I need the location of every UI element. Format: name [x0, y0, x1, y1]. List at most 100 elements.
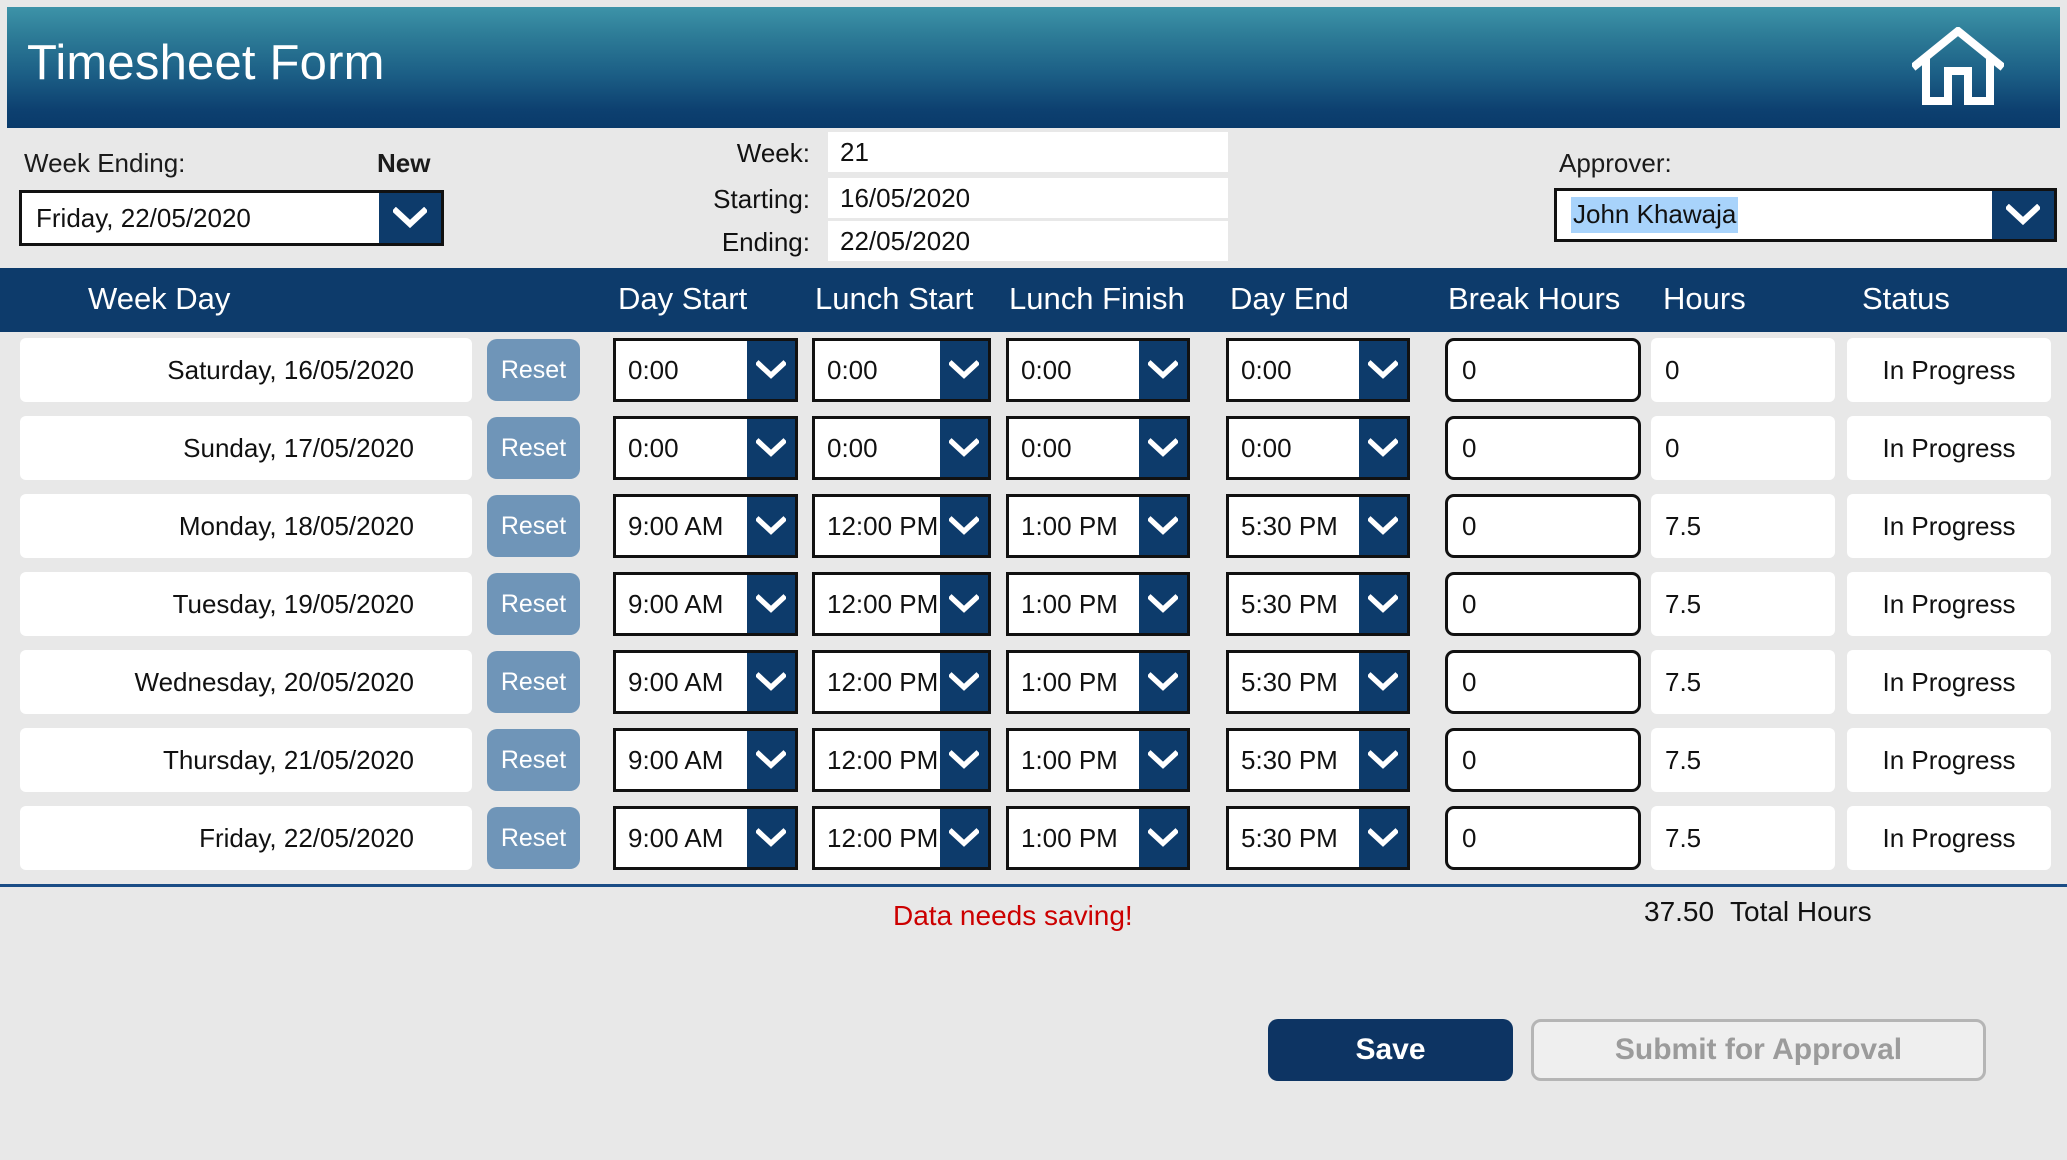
chevron-down-icon[interactable]: [940, 341, 988, 399]
break-hours-input[interactable]: 0: [1445, 572, 1641, 636]
lunch-start-value: 12:00 PM: [827, 588, 939, 619]
lunch-finish-value: 1:00 PM: [1021, 666, 1118, 697]
lunch-finish-value: 1:00 PM: [1021, 588, 1118, 619]
lunch-start-select[interactable]: 0:00: [812, 338, 991, 402]
chevron-down-icon[interactable]: [1359, 653, 1407, 711]
day-end-select[interactable]: 5:30 PM: [1226, 728, 1410, 792]
day-end-select[interactable]: 5:30 PM: [1226, 650, 1410, 714]
chevron-down-icon[interactable]: [940, 419, 988, 477]
chevron-down-icon[interactable]: [1139, 497, 1187, 555]
chevron-down-icon[interactable]: [940, 653, 988, 711]
starting-date-field[interactable]: 16/05/2020: [828, 178, 1228, 218]
week-number-field[interactable]: 21: [828, 132, 1228, 172]
lunch-finish-select[interactable]: 0:00: [1006, 416, 1190, 480]
chevron-down-icon[interactable]: [747, 419, 795, 477]
chevron-down-icon[interactable]: [1139, 731, 1187, 789]
week-ending-select[interactable]: Friday, 22/05/2020: [19, 190, 444, 246]
status-cell: In Progress: [1847, 650, 2051, 714]
chevron-down-icon[interactable]: [1359, 341, 1407, 399]
hours-cell: 7.5: [1651, 572, 1835, 636]
reset-button[interactable]: Reset: [487, 339, 580, 401]
lunch-start-select[interactable]: 0:00: [812, 416, 991, 480]
chevron-down-icon[interactable]: [940, 731, 988, 789]
approver-value: John Khawaja: [1571, 197, 1739, 233]
break-hours-input[interactable]: 0: [1445, 728, 1641, 792]
chevron-down-icon[interactable]: [1359, 575, 1407, 633]
chevron-down-icon[interactable]: [1359, 809, 1407, 867]
lunch-start-select[interactable]: 12:00 PM: [812, 650, 991, 714]
chevron-down-icon[interactable]: [747, 497, 795, 555]
reset-button[interactable]: Reset: [487, 729, 580, 791]
chevron-down-icon[interactable]: [1139, 419, 1187, 477]
break-hours-input[interactable]: 0: [1445, 338, 1641, 402]
lunch-start-select[interactable]: 12:00 PM: [812, 728, 991, 792]
reset-button[interactable]: Reset: [487, 807, 580, 869]
chevron-down-icon[interactable]: [1139, 809, 1187, 867]
reset-button[interactable]: Reset: [487, 573, 580, 635]
lunch-start-select[interactable]: 12:00 PM: [812, 494, 991, 558]
lunch-finish-select[interactable]: 0:00: [1006, 338, 1190, 402]
day-start-select[interactable]: 9:00 AM: [613, 806, 798, 870]
column-header-lunch-start: Lunch Start: [815, 281, 974, 316]
chevron-down-icon[interactable]: [379, 193, 441, 243]
lunch-start-value: 0:00: [827, 354, 878, 385]
reset-button[interactable]: Reset: [487, 495, 580, 557]
day-start-select[interactable]: 9:00 AM: [613, 494, 798, 558]
break-hours-input[interactable]: 0: [1445, 650, 1641, 714]
chevron-down-icon[interactable]: [1992, 191, 2054, 239]
status-cell: In Progress: [1847, 494, 2051, 558]
day-end-value: 5:30 PM: [1241, 744, 1338, 775]
reset-button[interactable]: Reset: [487, 651, 580, 713]
day-end-select[interactable]: 0:00: [1226, 338, 1410, 402]
week-ending-label: Week Ending:: [24, 148, 186, 178]
week-day-cell: Sunday, 17/05/2020: [20, 416, 472, 480]
day-start-select[interactable]: 9:00 AM: [613, 650, 798, 714]
lunch-start-select[interactable]: 12:00 PM: [812, 806, 991, 870]
lunch-finish-select[interactable]: 1:00 PM: [1006, 650, 1190, 714]
day-end-select[interactable]: 5:30 PM: [1226, 806, 1410, 870]
chevron-down-icon[interactable]: [747, 731, 795, 789]
lunch-finish-select[interactable]: 1:00 PM: [1006, 572, 1190, 636]
approver-select[interactable]: John Khawaja: [1554, 188, 2057, 242]
lunch-finish-select[interactable]: 1:00 PM: [1006, 806, 1190, 870]
chevron-down-icon[interactable]: [1139, 341, 1187, 399]
chevron-down-icon[interactable]: [940, 497, 988, 555]
chevron-down-icon[interactable]: [1139, 575, 1187, 633]
reset-button[interactable]: Reset: [487, 417, 580, 479]
chevron-down-icon[interactable]: [747, 653, 795, 711]
break-hours-input[interactable]: 0: [1445, 416, 1641, 480]
chevron-down-icon[interactable]: [1139, 653, 1187, 711]
day-start-select[interactable]: 9:00 AM: [613, 572, 798, 636]
day-start-select[interactable]: 0:00: [613, 338, 798, 402]
lunch-finish-select[interactable]: 1:00 PM: [1006, 494, 1190, 558]
total-hours-value: 37.50: [1644, 896, 1715, 927]
day-end-value: 0:00: [1241, 354, 1292, 385]
chevron-down-icon[interactable]: [747, 575, 795, 633]
lunch-start-select[interactable]: 12:00 PM: [812, 572, 991, 636]
ending-date-field[interactable]: 22/05/2020: [828, 221, 1228, 261]
chevron-down-icon[interactable]: [1359, 497, 1407, 555]
timesheet-app-window: Timesheet Form Week Ending: New Friday, …: [0, 0, 2067, 1160]
lunch-start-value: 12:00 PM: [827, 744, 939, 775]
lunch-finish-select[interactable]: 1:00 PM: [1006, 728, 1190, 792]
day-end-select[interactable]: 5:30 PM: [1226, 572, 1410, 636]
day-end-select[interactable]: 0:00: [1226, 416, 1410, 480]
day-end-select[interactable]: 5:30 PM: [1226, 494, 1410, 558]
chevron-down-icon[interactable]: [747, 341, 795, 399]
home-icon[interactable]: [1910, 25, 2006, 107]
chevron-down-icon[interactable]: [747, 809, 795, 867]
break-hours-input[interactable]: 0: [1445, 806, 1641, 870]
chevron-down-icon[interactable]: [1359, 419, 1407, 477]
lunch-finish-value: 1:00 PM: [1021, 822, 1118, 853]
save-button[interactable]: Save: [1268, 1019, 1513, 1081]
table-body: Saturday, 16/05/2020 Reset 0:00 0:00 0:00 0:0…: [0, 332, 2067, 870]
day-start-select[interactable]: 0:00: [613, 416, 798, 480]
break-hours-input[interactable]: 0: [1445, 494, 1641, 558]
chevron-down-icon[interactable]: [940, 809, 988, 867]
chevron-down-icon[interactable]: [1359, 731, 1407, 789]
status-badge: New: [377, 148, 431, 178]
chevron-down-icon[interactable]: [940, 575, 988, 633]
status-cell: In Progress: [1847, 338, 2051, 402]
day-start-select[interactable]: 9:00 AM: [613, 728, 798, 792]
submit-for-approval-button: Submit for Approval: [1531, 1019, 1986, 1081]
